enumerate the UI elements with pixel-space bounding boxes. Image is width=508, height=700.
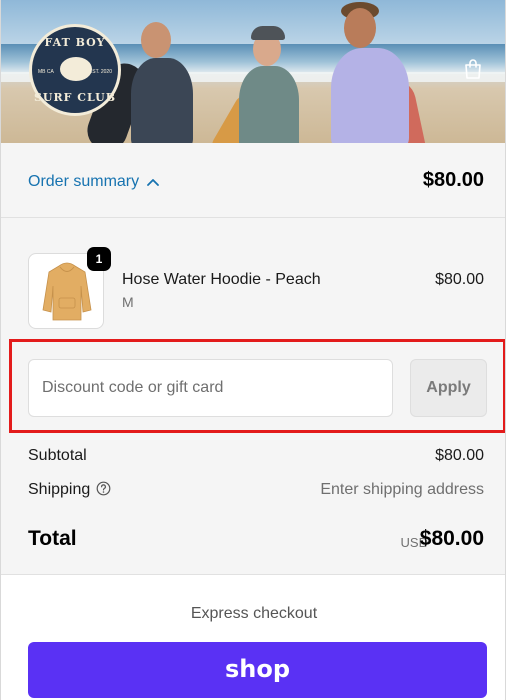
shop-pay-logo: shop [224,654,291,683]
header-banner: FAT BOY MB CA EST. 2020 SURF CLUB [1,0,505,143]
shop-pay-button[interactable]: shop [28,642,487,698]
subtotal-label: Subtotal [28,447,87,464]
hoodie-image [42,262,92,321]
order-summary-label: Order summary [28,173,140,191]
brand-logo[interactable]: FAT BOY MB CA EST. 2020 SURF CLUB [29,24,121,116]
order-summary-toggle[interactable]: Order summary [28,173,160,191]
logo-text-bottom: SURF CLUB [33,91,117,104]
surfer-1-head [141,22,171,58]
order-summary-total: $80.00 [422,169,484,191]
surfer-2 [239,66,299,143]
subtotal-value: $80.00 [435,447,484,464]
logo-text-top: FAT BOY [44,36,106,49]
question-circle-icon[interactable] [96,481,111,501]
logo-small-left: MB CA [38,69,54,75]
surfer-3 [331,48,409,143]
total-label: Total [28,527,77,550]
shopping-bag-icon[interactable] [463,58,483,80]
logo-small-right: EST. 2020 [88,69,112,75]
apply-discount-button[interactable]: Apply [410,359,487,417]
chevron-up-icon [147,173,160,191]
product-variant: M [122,294,134,310]
quantity-badge: 1 [87,247,111,271]
total-value: $80.00 [419,527,484,550]
express-checkout-label: Express checkout [190,605,318,622]
shipping-label: Shipping [28,481,91,498]
logo-seal-graphic [60,57,92,81]
discount-code-input[interactable] [28,359,393,417]
surfer-2-cap [251,26,285,40]
checkout-page: FAT BOY MB CA EST. 2020 SURF CLUB Order … [0,0,506,700]
surfer-3-head [344,8,376,48]
shipping-value: Enter shipping address [320,481,484,498]
product-name: Hose Water Hoodie - Peach [122,271,321,288]
surfer-1 [131,58,193,143]
product-price: $80.00 [435,271,484,288]
shipping-row: Shipping [28,481,111,501]
